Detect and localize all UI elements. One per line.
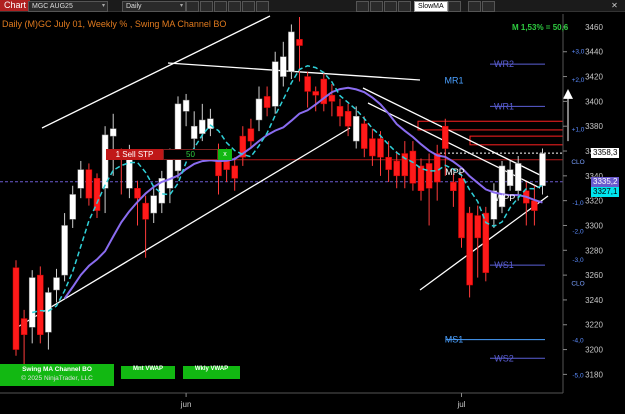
- candle-body: [53, 277, 60, 291]
- percent-label: -5,0: [572, 372, 584, 379]
- percent-label: -1,0: [572, 200, 584, 207]
- candle-body: [506, 169, 514, 187]
- wkly-vwap-button[interactable]: Wkly VWAP: [183, 366, 240, 379]
- candle-body: [61, 225, 68, 276]
- candle-body: [393, 160, 400, 177]
- candle-body: [20, 318, 28, 335]
- candle-body: [466, 212, 473, 286]
- price-marker-label: 3335,2: [591, 176, 620, 187]
- y-tick-label: 3420: [585, 73, 603, 82]
- candle-body: [109, 128, 117, 137]
- level-label: WS1: [494, 260, 514, 270]
- order-close-button[interactable]: x: [218, 149, 232, 160]
- x-tick-label: jun: [180, 400, 192, 409]
- swing-ma-button[interactable]: Swing MA Channel BO © 2025 NinjaTrader, …: [0, 364, 114, 386]
- candle-body: [433, 153, 441, 183]
- candle-body: [328, 94, 336, 102]
- candle-body: [166, 158, 174, 189]
- candle-body: [231, 165, 238, 179]
- candle-body: [352, 116, 360, 142]
- level-label: WR1: [494, 101, 514, 111]
- candle-body: [458, 178, 465, 239]
- y-tick-label: 3300: [585, 221, 603, 230]
- candle-body: [93, 178, 101, 211]
- candle-body: [288, 31, 295, 72]
- percent-label: +1,0: [572, 127, 585, 134]
- order-quantity[interactable]: 50: [163, 149, 218, 160]
- y-tick-label: 3200: [585, 346, 603, 355]
- candle-body: [442, 125, 449, 149]
- percent-label: -4,0: [572, 338, 584, 345]
- candle-body: [344, 111, 352, 127]
- candle-body: [271, 61, 279, 107]
- candle-body: [474, 215, 481, 239]
- candle-body: [304, 76, 311, 92]
- percent-label: CLO: [571, 159, 584, 166]
- candle-body: [150, 195, 157, 214]
- percent-label: -3,0: [572, 257, 584, 264]
- level-label: WS2: [494, 353, 514, 363]
- y-tick-label: 3460: [585, 23, 603, 32]
- level-label: WR2: [494, 59, 514, 69]
- price-marker-label: 3327,1: [591, 186, 620, 197]
- candle-body: [247, 128, 255, 142]
- candle-body: [199, 119, 206, 134]
- percent-label: +2,0: [572, 77, 585, 84]
- candle-body: [336, 106, 344, 117]
- stats-text: M 1,53% = 50,6: [512, 23, 569, 32]
- candle-body: [255, 98, 263, 121]
- candle-body: [296, 39, 303, 46]
- y-tick-label: 3260: [585, 271, 603, 280]
- price-marker-label: 3358,3: [591, 148, 620, 159]
- y-tick-label: 3440: [585, 48, 603, 57]
- candle-body: [409, 150, 417, 184]
- mnt-vwap-button[interactable]: Mnt VWAP: [121, 366, 175, 379]
- candle-body: [45, 292, 52, 333]
- candle-body: [37, 274, 44, 335]
- candle-body: [361, 123, 368, 149]
- candle-body: [531, 200, 538, 211]
- candle-body: [312, 91, 319, 96]
- level-label: MS1: [445, 335, 464, 345]
- y-tick-label: 3380: [585, 122, 603, 131]
- y-tick-label: 3220: [585, 321, 603, 330]
- y-tick-label: 3240: [585, 296, 603, 305]
- percent-label: +3,0: [572, 49, 585, 56]
- candle-body: [425, 163, 433, 189]
- sell-stop-order[interactable]: 1 Sell STP: [106, 149, 163, 160]
- candle-body: [377, 138, 384, 158]
- candle-body: [69, 194, 76, 220]
- candle-body: [77, 169, 85, 189]
- candle-body: [174, 103, 182, 172]
- price-chart[interactable]: 3180320032203240326032803300332033403360…: [0, 0, 625, 414]
- candle-body: [12, 267, 20, 350]
- candle-body: [142, 202, 149, 220]
- copyright-label: © 2025 NinjaTrader, LLC: [21, 375, 93, 382]
- candle-body: [182, 99, 190, 112]
- candle-body: [28, 277, 36, 328]
- candle-body: [134, 187, 141, 199]
- candle-body: [385, 156, 392, 170]
- x-tick-label: jul: [456, 400, 465, 409]
- candle-body: [369, 138, 376, 157]
- candle-body: [263, 96, 271, 108]
- candle-body: [450, 181, 457, 191]
- y-tick-label: 3180: [585, 370, 603, 379]
- candle-body: [223, 160, 230, 170]
- percent-label: CLO: [571, 281, 584, 288]
- candle-body: [514, 163, 522, 191]
- candle-body: [85, 169, 93, 199]
- y-tick-label: 3320: [585, 197, 603, 206]
- y-tick-label: 3400: [585, 97, 603, 106]
- level-label: MR1: [444, 75, 463, 85]
- candle-body: [190, 125, 198, 139]
- chart-title: Daily (M)GC July 01, Weekly % , Swing MA…: [2, 19, 227, 29]
- level-label: MPP: [445, 167, 465, 177]
- candle-body: [539, 153, 546, 187]
- percent-label: -2,0: [572, 228, 584, 235]
- candle-body: [280, 56, 287, 77]
- level-label: WPP: [495, 193, 516, 203]
- swing-ma-label: Swing MA Channel BO: [22, 366, 92, 373]
- y-tick-label: 3280: [585, 246, 603, 255]
